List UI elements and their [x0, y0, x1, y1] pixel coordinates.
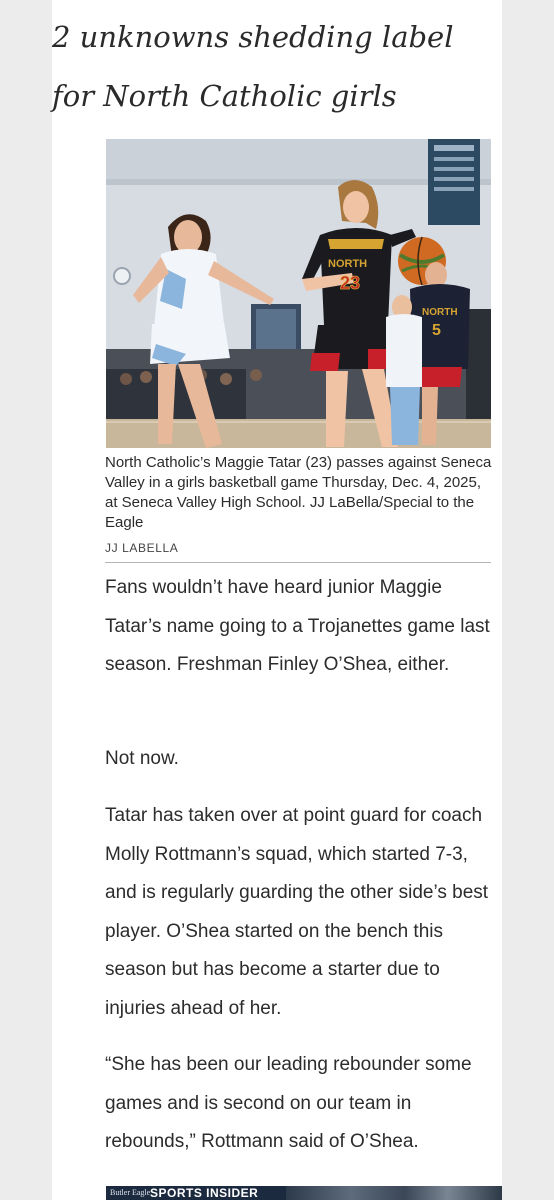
article-paragraph: Fans wouldn’t have heard junior Maggie T… — [105, 577, 490, 675]
photo-credit: JJ LABELLA — [105, 541, 179, 555]
banner-image — [286, 1186, 502, 1200]
jersey-text-front: NORTH — [328, 258, 367, 270]
butler-eagle-logo: Butler Eagle — [110, 1188, 151, 1197]
article-paragraph: Not now. — [105, 748, 179, 769]
jersey-number-front: 23 — [340, 273, 360, 293]
article-photo[interactable]: NORTH 23 NORTH 5 — [106, 139, 491, 448]
sports-insider-banner[interactable]: Butler Eagle SPORTS INSIDER — [106, 1186, 502, 1200]
headline-line-2: for North Catholic girls — [52, 79, 397, 113]
banner-title: SPORTS INSIDER — [150, 1186, 259, 1200]
jersey-number-back: 5 — [432, 322, 441, 339]
headline-line-1: 2 unknowns shedding label — [52, 20, 454, 54]
photo-caption: North Catholic’s Maggie Tatar (23) passe… — [105, 454, 492, 531]
jersey-text-back: NORTH — [422, 307, 458, 318]
article-paragraph: “She has been our leading rebounder some… — [105, 1054, 472, 1152]
caption-divider — [105, 562, 491, 563]
article-paragraph: Tatar has taken over at point guard for … — [105, 805, 489, 1019]
basketball-photo: NORTH 23 NORTH 5 — [106, 139, 491, 448]
article-headline: 2 unknowns shedding label for North Catho… — [52, 8, 498, 126]
